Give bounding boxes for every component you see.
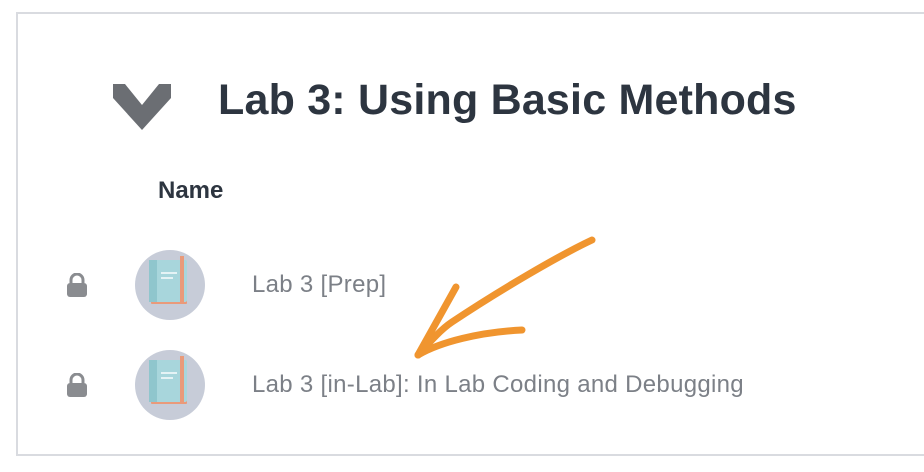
- book-icon: [135, 250, 205, 320]
- book-icon: [135, 350, 205, 420]
- module-item-row: Lab 3 [Prep]: [18, 250, 924, 320]
- lock-icon: [67, 273, 87, 297]
- module-item-link[interactable]: Lab 3 [Prep]: [252, 268, 386, 302]
- column-header-name: Name: [158, 177, 224, 204]
- chevron-down-icon[interactable]: [113, 80, 171, 130]
- module-header[interactable]: Lab 3: Using Basic Methods: [18, 66, 924, 146]
- lock-icon: [67, 373, 87, 397]
- module-item-link[interactable]: Lab 3 [in-Lab]: In Lab Coding and Debugg…: [252, 368, 744, 402]
- module-item-row: Lab 3 [in-Lab]: In Lab Coding and Debugg…: [18, 350, 924, 420]
- module-title: Lab 3: Using Basic Methods: [218, 76, 797, 124]
- module-card: Lab 3: Using Basic Methods Name Lab 3 [P…: [16, 12, 924, 456]
